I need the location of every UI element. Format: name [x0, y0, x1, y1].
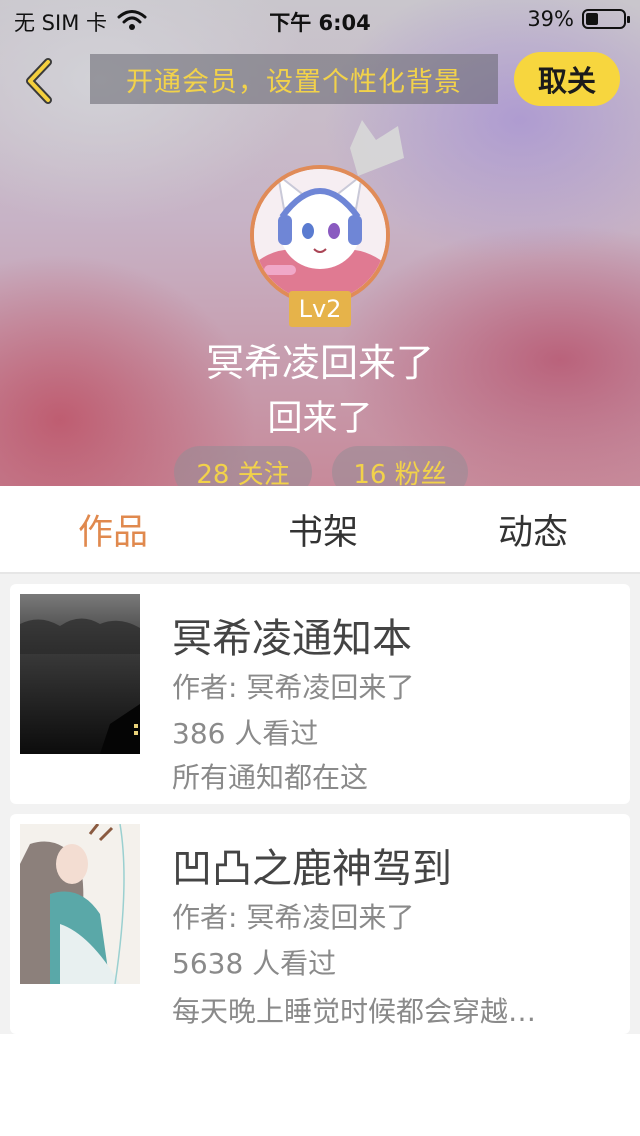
avatar[interactable]: [250, 165, 390, 305]
work-card[interactable]: 冥希凌通知本 作者: 冥希凌回来了 386 人看过 所有通知都在这: [10, 584, 630, 804]
level-badge: Lv2: [289, 291, 351, 327]
book-description: 每天晚上睡觉时候都会穿越…: [172, 995, 537, 1028]
book-views: 5638 人看过: [172, 947, 337, 980]
tab-bookshelf[interactable]: 书架: [270, 486, 376, 572]
book-title: 凹凸之鹿神驾到: [172, 846, 452, 892]
following-count-button[interactable]: 28 关注: [174, 446, 312, 486]
back-button[interactable]: [18, 56, 62, 106]
top-nav: 开通会员，设置个性化背景 取关: [0, 50, 640, 114]
bottom-area: [0, 1034, 640, 1136]
book-author: 作者: 冥希凌回来了: [172, 901, 415, 934]
tab-feed[interactable]: 动态: [480, 486, 586, 572]
nickname: 冥希凌回来了: [205, 341, 434, 385]
crown-icon: [350, 120, 404, 176]
book-description: 所有通知都在这: [172, 761, 369, 794]
battery-icon: [582, 9, 630, 29]
book-cover: [20, 594, 140, 754]
book-views: 386 人看过: [172, 717, 319, 750]
profile-header: 无 SIM 卡 下午 6:04 39% 开通会员，设置个性化背景 取关 Lv2 …: [0, 0, 640, 486]
battery-percent: 39%: [527, 7, 574, 31]
book-title: 冥希凌通知本: [172, 616, 412, 662]
book-cover: [20, 824, 140, 984]
vip-banner[interactable]: 开通会员，设置个性化背景: [90, 54, 498, 104]
tab-works[interactable]: 作品: [60, 486, 166, 572]
works-list: 冥希凌通知本 作者: 冥希凌回来了 386 人看过 所有通知都在这 凹凸之鹿神驾…: [0, 574, 640, 1034]
book-author: 作者: 冥希凌回来了: [172, 671, 415, 704]
unfollow-button[interactable]: 取关: [514, 52, 620, 106]
back-arrow-icon: [26, 58, 52, 104]
signature: 回来了: [267, 399, 373, 439]
profile-tabs: 作品 书架 动态: [0, 486, 640, 574]
status-bar: 无 SIM 卡 下午 6:04 39%: [0, 0, 640, 40]
work-card[interactable]: 凹凸之鹿神驾到 作者: 冥希凌回来了 5638 人看过 每天晚上睡觉时候都会穿越…: [10, 814, 630, 1034]
fans-count-button[interactable]: 16 粉丝: [332, 446, 468, 486]
